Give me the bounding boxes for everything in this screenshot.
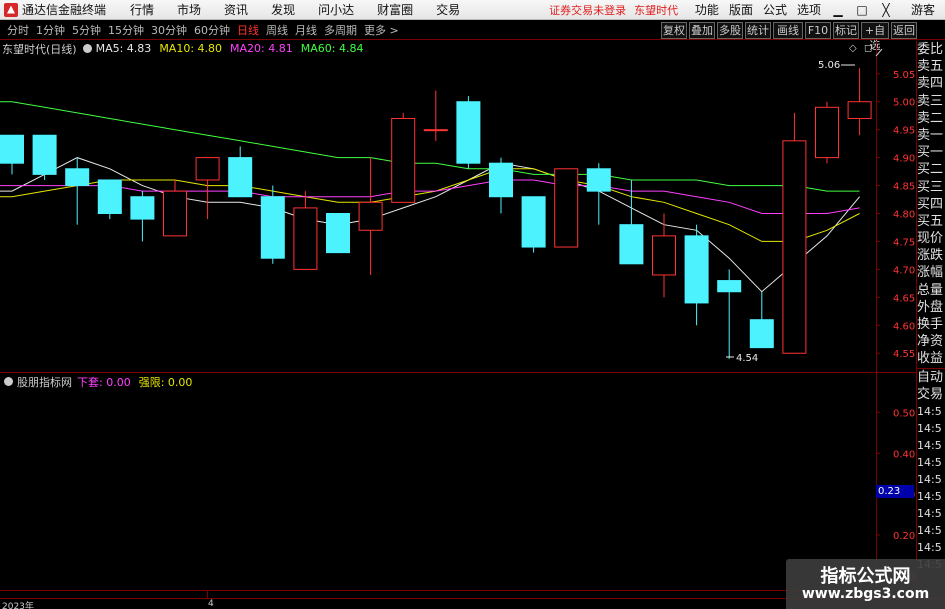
price-tick-label: 4.85 (893, 182, 915, 193)
tick-time: 14:5 (917, 455, 942, 469)
quote-row-label: 涨跌 (917, 248, 944, 264)
tick-time: 14:5 (917, 438, 942, 452)
candle-body (684, 235, 709, 304)
candlesticks (0, 68, 872, 359)
candle-body (260, 196, 285, 259)
candle-body (847, 101, 872, 119)
quote-row-label: 买四 (917, 196, 944, 212)
year-label: 2023年 (2, 602, 34, 609)
tick-time: 14:5 (917, 506, 942, 520)
quote-row-label: 外盘 (917, 299, 944, 315)
candle-body (65, 168, 90, 187)
quote-row-label: 卖四 (917, 76, 944, 92)
candle-body (782, 140, 807, 354)
quote-row-label: 卖五 (917, 59, 944, 75)
price-tick-label: 4.90 (893, 154, 915, 165)
tick-time: 14:5 (917, 540, 942, 554)
candle-body (163, 190, 187, 237)
high-price-label: 5.06 (818, 60, 840, 71)
auto-trade-label[interactable]: 交易 (917, 386, 945, 403)
low-price-label: 4.54 (736, 353, 758, 364)
candle-body (293, 207, 318, 270)
price-tick-label: 4.75 (893, 237, 915, 248)
quote-row-label: 现价 (917, 231, 944, 247)
ma-line-ma5 (0, 157, 860, 293)
price-tick-label: 4.55 (893, 349, 915, 360)
price-tick-label: 4.70 (893, 265, 915, 276)
quote-row-label: 总量 (917, 282, 944, 298)
quote-row-label: 换手 (917, 317, 944, 332)
quote-row-label: 卖三 (917, 93, 944, 109)
quote-row-label: 涨幅 (917, 265, 944, 281)
quote-row-label: 收益 (917, 351, 944, 367)
candle-body (391, 117, 416, 203)
watermark-url: www.zbgs3.com (801, 586, 930, 602)
price-tick-label: 4.80 (893, 210, 915, 221)
quote-panel: 委比卖五 卖四 卖三 卖二 卖一买一 买二 买三 买四 买五现价 涨跌 涨幅 总量 外盘换手净资 收益 自… (916, 41, 945, 598)
indicator-tick-label: 0.20 (893, 531, 915, 542)
ma-line-ma20 (0, 179, 860, 214)
candle-body (0, 134, 24, 164)
quote-row-label: 净资 (917, 334, 944, 350)
tick-time: 14:5 (917, 523, 942, 537)
candle-body (749, 319, 774, 349)
candle-body (195, 157, 220, 181)
candle-body (815, 106, 839, 159)
settings-marker-icon[interactable]: ◻ (864, 43, 872, 54)
diamond-marker-icon: ◇ (849, 43, 857, 54)
price-tick-label: 4.95 (893, 126, 915, 137)
quote-row-label: 买二 (917, 162, 944, 178)
candle-body (326, 213, 350, 254)
candle-body (521, 196, 546, 248)
quote-row-label: 卖一 (917, 127, 944, 143)
current-indicator-value: 0.23 (876, 485, 914, 498)
price-tick-label: 4.65 (893, 293, 915, 304)
candle-body (97, 179, 122, 214)
price-tick-label: 4.60 (893, 321, 915, 332)
quote-row-label: 买一 (917, 145, 944, 161)
quote-row-label: 卖二 (917, 110, 944, 126)
price-tick-label: 5.05 (893, 70, 915, 81)
price-tick-label: 5.00 (893, 98, 915, 109)
indicator-tick-label: 0.40 (893, 449, 915, 460)
kline-chart[interactable]: 4.55 4.60 4.65 4.70 4.75 4.80 4.85 4.90 4.95 5.00… (0, 0, 945, 598)
watermark: 指标公式网 www.zbgs3.com (786, 559, 945, 609)
price-axis: 4.55 4.60 4.65 4.70 4.75 4.80 4.85 4.90 4.95 5.00… (876, 70, 915, 360)
tick-time: 14:5 (917, 472, 942, 486)
auto-trade-label[interactable]: 自动 (917, 369, 945, 386)
candle-body (652, 235, 676, 276)
indicator-value-1: 下套: 0.00 (77, 375, 131, 389)
indicator-value-2: 强限: 0.00 (138, 375, 193, 389)
candle-body (32, 134, 57, 175)
candle-body (423, 129, 448, 132)
candle-body (586, 168, 611, 192)
candle-body (130, 196, 155, 220)
indicator-header: 股朋指标网 下套: 0.00 强限: 0.00 (0, 374, 192, 389)
ma-line-ma10 (0, 168, 860, 242)
candle-body (717, 280, 742, 293)
quote-row-label: 委比 (917, 42, 944, 57)
month-label: 4 (208, 599, 214, 609)
candle-body (619, 224, 644, 265)
indicator-toggle-icon[interactable] (4, 377, 13, 386)
indicator-tick-label: 0.50 (893, 408, 915, 419)
candle-body (358, 201, 383, 231)
candle-body (489, 162, 513, 198)
watermark-title: 指标公式网 (820, 566, 911, 587)
tick-time: 14:5 (917, 489, 942, 503)
ma-line-ma60 (0, 101, 860, 192)
candle-body (228, 157, 253, 198)
quote-row-label: 买三 (917, 179, 944, 195)
quote-row-label: 买五 (917, 213, 944, 229)
tick-time: 14:5 (917, 421, 942, 435)
tick-time: 14:5 (917, 404, 942, 418)
candle-body (554, 168, 579, 248)
indicator-name[interactable]: 股朋指标网 (17, 374, 72, 390)
candle-body (456, 101, 481, 164)
